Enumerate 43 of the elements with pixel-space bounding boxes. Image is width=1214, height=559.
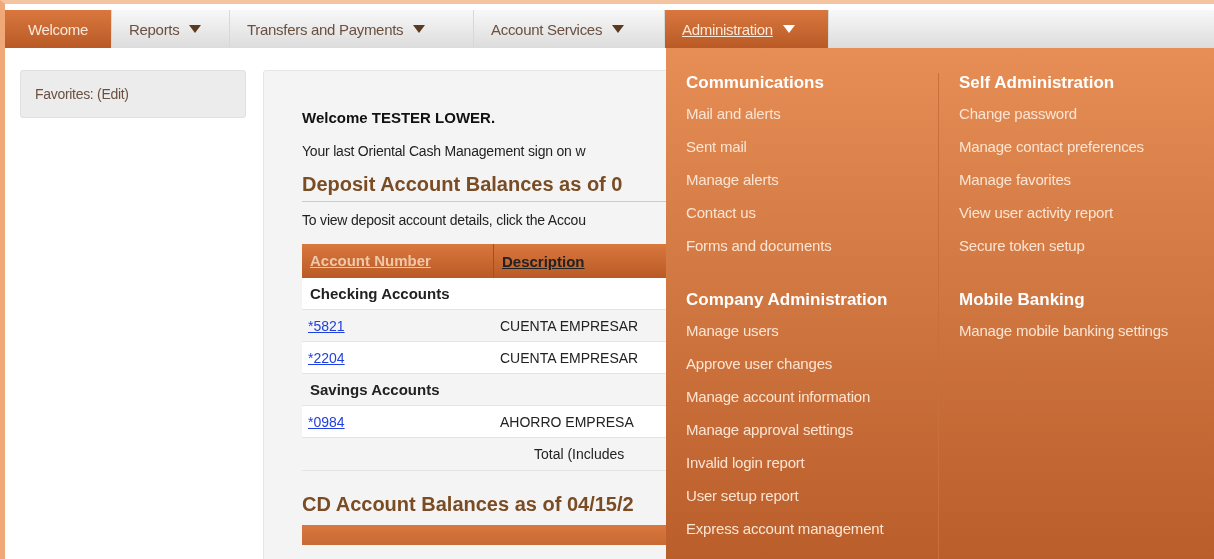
menu-heading: Mobile Banking (959, 290, 1086, 311)
account-link[interactable]: *5821 (308, 317, 345, 334)
menu-item[interactable]: View user activity report (959, 204, 1169, 237)
nav-tab[interactable]: Reports (112, 10, 230, 48)
menu-item[interactable]: Manage approval settings (686, 421, 938, 454)
section-heading: CD Account Balances as of 04/15/2 (302, 493, 635, 517)
account-link[interactable]: *2204 (308, 349, 345, 366)
menu-item[interactable]: Manage favorites (959, 171, 1169, 204)
sign-on-text: Your last Oriental Cash Management sign on w (302, 143, 587, 161)
menu-item[interactable]: Mail and alerts (686, 105, 938, 138)
menu-heading: Self Administration (959, 73, 1116, 94)
welcome-text: Welcome TESTER LOWER. (302, 109, 497, 128)
menu-item[interactable]: Secure token setup (959, 237, 1169, 270)
menu-item[interactable]: User setup report (686, 487, 938, 520)
menu-item[interactable]: Invalid login report (686, 454, 938, 487)
table-cell-text: AHORRO EMPRESA (499, 413, 634, 430)
menu-item[interactable]: Express account management (686, 520, 938, 553)
menu-item[interactable]: Approve user changes (686, 355, 938, 388)
favorites-link[interactable]: Favorites: (Edit) (35, 86, 129, 102)
table-cell-text: CUENTA EMPRESAR (499, 349, 639, 366)
account-link[interactable]: *0984 (308, 413, 345, 430)
nav-tab[interactable]: Account Services (474, 10, 665, 48)
group-label: Checking Accounts (309, 285, 450, 302)
menu-item[interactable]: Manage mobile banking settings (959, 322, 1169, 355)
menu-item[interactable]: Manage alerts (686, 171, 938, 204)
menu-item[interactable]: Sent mail (686, 138, 938, 171)
total-label: Total (Includes (533, 446, 625, 462)
section-heading: Deposit Account Balances as of 0 (302, 173, 624, 197)
menu-item[interactable]: Manage contact preferences (959, 138, 1169, 171)
menu-heading: Communications (686, 73, 825, 94)
menu-item[interactable]: Change password (959, 105, 1169, 138)
table-cell-text: CUENTA EMPRESAR (499, 317, 639, 334)
group-label: Savings Accounts (309, 381, 440, 398)
menu-item[interactable]: Manage account information (686, 388, 938, 421)
hint-text: To view deposit account details, click the Accou (302, 212, 587, 230)
nav-tab[interactable]: Welcome (5, 10, 112, 48)
menu-heading: Company Administration (686, 290, 889, 311)
menu-item[interactable]: Manage users (686, 322, 938, 355)
menu-item[interactable]: Contact us (686, 204, 938, 237)
nav-tab[interactable]: Transfers and Payments (230, 10, 474, 48)
nav-tab[interactable]: Administration (665, 10, 829, 48)
menu-item[interactable]: Forms and documents (686, 237, 938, 270)
column-header[interactable]: Description (494, 252, 585, 270)
